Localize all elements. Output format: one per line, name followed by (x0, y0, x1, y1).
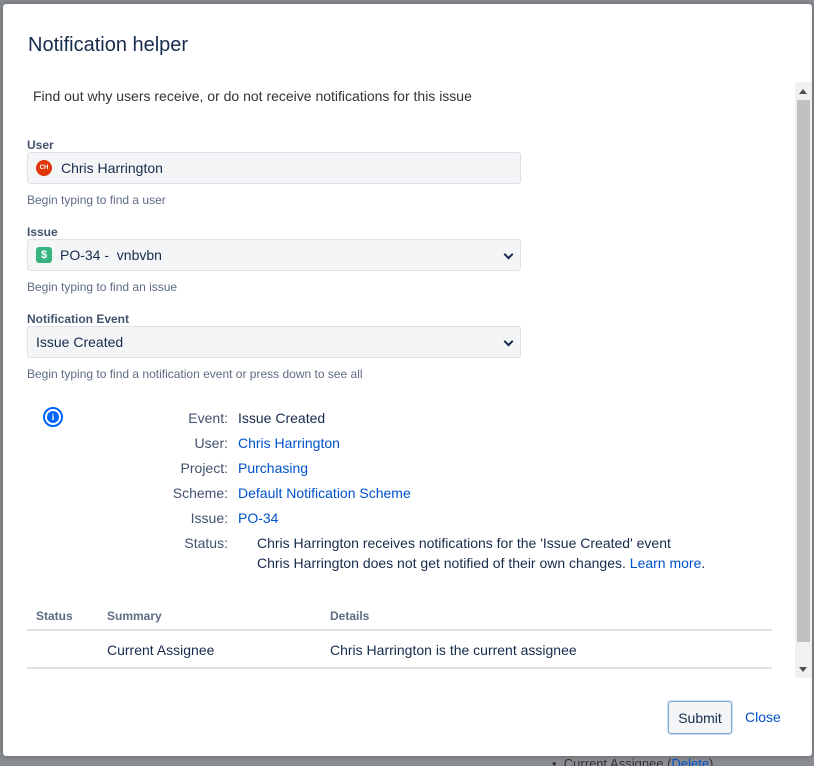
table-row: Current Assignee Chris Harrington is the… (27, 631, 772, 669)
user-value: Chris Harrington (61, 160, 163, 176)
user-input[interactable]: CH Chris Harrington (27, 152, 521, 184)
submit-button[interactable]: Submit (668, 701, 732, 734)
issue-select[interactable]: $ PO-34 - vnbvbn (27, 239, 521, 271)
td-summary: Current Assignee (107, 642, 215, 658)
scrollbar-thumb[interactable] (797, 100, 810, 642)
table-header: Status Summary Details (27, 605, 772, 631)
issue-label: Issue (27, 225, 58, 239)
user-help: Begin typing to find a user (27, 193, 166, 207)
close-link[interactable]: Close (745, 709, 781, 725)
chevron-down-icon (503, 249, 514, 260)
event-value: Issue Created (36, 334, 124, 350)
user-link[interactable]: Chris Harrington (238, 435, 340, 451)
background-footer-text: • Current Assignee (Delete) (552, 756, 713, 766)
issue-value: PO-34 - vnbvbn (60, 247, 162, 263)
th-details: Details (330, 609, 370, 623)
issue-link[interactable]: PO-34 (238, 510, 278, 526)
issue-help: Begin typing to find an issue (27, 280, 178, 294)
td-details: Chris Harrington is the current assignee (330, 642, 577, 658)
info-icon: i (43, 407, 63, 427)
issue-type-icon: $ (36, 247, 52, 263)
th-status: Status (36, 609, 73, 623)
event-help: Begin typing to find a notification even… (27, 367, 363, 381)
user-avatar: CH (36, 160, 52, 176)
scroll-up-icon[interactable] (799, 89, 807, 94)
project-link[interactable]: Purchasing (238, 460, 308, 476)
scroll-down-icon[interactable] (799, 667, 807, 672)
scrollbar[interactable] (795, 82, 812, 678)
background-delete-link[interactable]: Delete (671, 756, 709, 766)
status-line-1: Chris Harrington receives notifications … (257, 535, 671, 551)
learn-more-link[interactable]: Learn more (630, 555, 702, 571)
status-line-2: Chris Harrington does not get notified o… (257, 555, 706, 571)
dialog-title: Notification helper (28, 34, 189, 56)
event-select[interactable]: Issue Created (27, 326, 521, 358)
intro-text: Find out why users receive, or do not re… (33, 88, 472, 104)
chevron-down-icon (503, 336, 514, 347)
th-summary: Summary (107, 609, 162, 623)
event-label: Notification Event (27, 312, 130, 326)
scheme-link[interactable]: Default Notification Scheme (238, 485, 411, 501)
notification-helper-dialog: Notification helper Find out why users r… (3, 4, 812, 756)
dialog-content: Find out why users receive, or do not re… (3, 82, 812, 678)
user-label: User (27, 138, 54, 152)
